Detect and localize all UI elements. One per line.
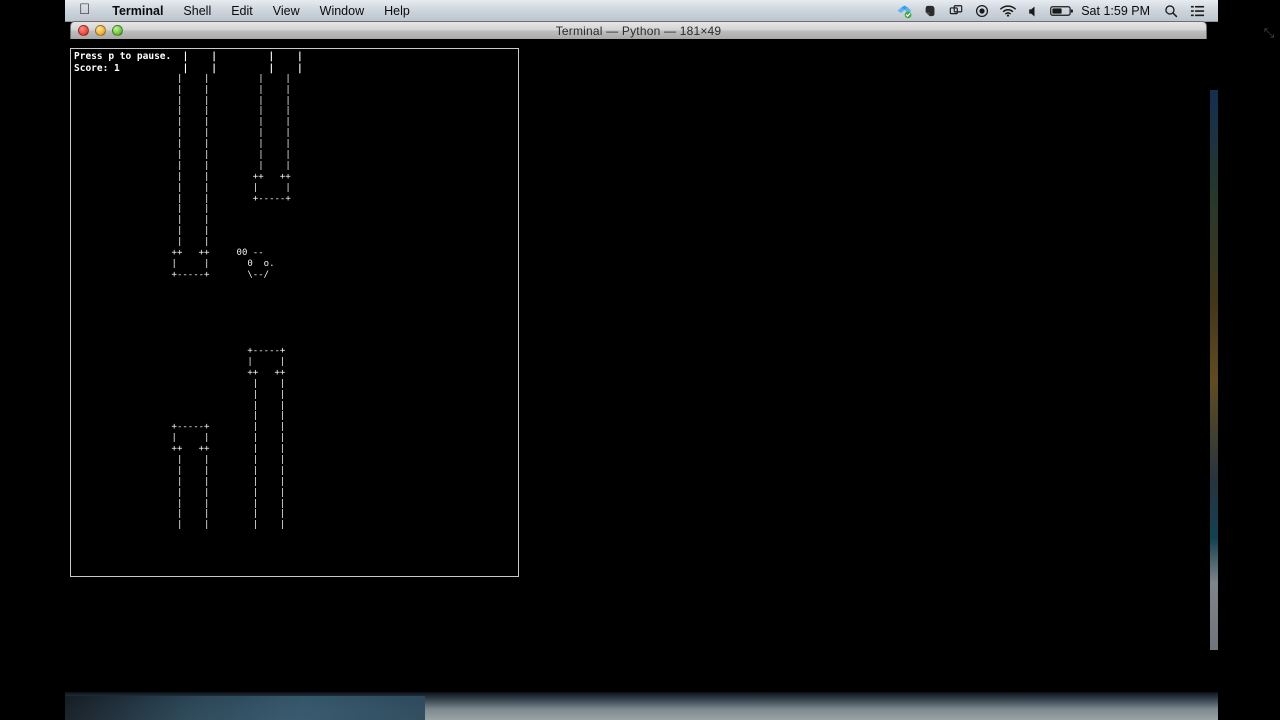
close-button[interactable] bbox=[78, 25, 89, 36]
terminal-row: | | | | bbox=[74, 73, 291, 84]
battery-icon[interactable] bbox=[1047, 0, 1077, 22]
terminal-window-body[interactable]: | | | | | | | | | | | | | | | | | | | | bbox=[70, 48, 519, 577]
terminal-row: | | | | bbox=[74, 139, 291, 150]
terminal-row: +-----+ bbox=[74, 346, 286, 357]
zoom-button[interactable] bbox=[112, 25, 123, 36]
terminal-row: | | | | bbox=[74, 160, 291, 171]
terminal-row: | | bbox=[74, 411, 286, 422]
terminal-row: ++ ++ | | bbox=[74, 444, 286, 455]
terminal-row bbox=[74, 324, 291, 335]
volume-icon[interactable] bbox=[1021, 0, 1047, 22]
terminal-row: | | bbox=[74, 400, 286, 411]
terminal-row: | | bbox=[74, 356, 286, 367]
notification-center-icon[interactable] bbox=[1184, 0, 1210, 22]
terminal-row: | | | | bbox=[74, 454, 286, 465]
search-icon[interactable] bbox=[1158, 0, 1184, 22]
minimize-button[interactable] bbox=[95, 25, 106, 36]
score-line: Score: 1 | | | | bbox=[74, 62, 303, 74]
menu-view[interactable]: View bbox=[263, 4, 310, 18]
wallpaper-bottom-left-band bbox=[65, 696, 425, 720]
terminal-row: | | | | bbox=[74, 465, 286, 476]
menu-bar:  Terminal Shell Edit View Window Help bbox=[65, 0, 1218, 22]
window-title: Terminal — Python — 181×49 bbox=[555, 23, 722, 38]
terminal-row: | | | | bbox=[74, 106, 291, 117]
terminal-row: | | bbox=[74, 378, 286, 389]
game-hud: Press p to pause. | | | | Score: 1 | | | … bbox=[74, 51, 303, 74]
terminal-row: | | | | bbox=[74, 117, 291, 128]
window-resize-handle[interactable]: ⤡ bbox=[1262, 26, 1276, 40]
terminal-row bbox=[74, 292, 291, 303]
menu-window[interactable]: Window bbox=[310, 4, 374, 18]
terminal-row: | | bbox=[74, 226, 210, 237]
terminal-row: ++ ++ bbox=[74, 367, 286, 378]
terminal-row: | | bbox=[74, 389, 286, 400]
menu-bar-status-area: Sat 1:59 PM bbox=[891, 0, 1218, 22]
terminal-row: | | +-----+ bbox=[74, 193, 291, 204]
terminal-row bbox=[74, 281, 291, 292]
menu-terminal[interactable]: Terminal bbox=[102, 4, 173, 18]
terminal-window-titlebar[interactable]: Terminal — Python — 181×49 bbox=[70, 21, 1207, 39]
wallpaper-right-strip bbox=[1210, 90, 1218, 650]
terminal-row: | | bbox=[74, 204, 210, 215]
evernote-icon[interactable] bbox=[917, 0, 943, 22]
pause-hint-line: Press p to pause. | | | | bbox=[74, 51, 303, 62]
terminal-row: | | 0 o. bbox=[74, 258, 275, 269]
dropbox-sync-icon[interactable] bbox=[891, 0, 917, 22]
screen-root:  Terminal Shell Edit View Window Help bbox=[0, 0, 1280, 720]
terminal-row: | | | | bbox=[74, 95, 291, 106]
terminal-row: | | | | bbox=[74, 128, 291, 139]
menu-edit[interactable]: Edit bbox=[221, 4, 263, 18]
terminal-row: | | ++ ++ bbox=[74, 171, 291, 182]
terminal-row: | | | | bbox=[74, 520, 286, 531]
terminal-row: | | | | bbox=[74, 433, 286, 444]
terminal-row bbox=[74, 302, 291, 313]
terminal-row: | | | | bbox=[74, 509, 286, 520]
terminal-row: | | | | bbox=[74, 150, 291, 161]
terminal-text-grid: | | | | | | | | | | | | | | | | | | | | bbox=[74, 52, 291, 531]
terminal-row bbox=[74, 313, 291, 324]
terminal-row: | | | | bbox=[74, 84, 291, 95]
terminal-row: +-----+ | | bbox=[74, 422, 286, 433]
screen-mirroring-icon[interactable] bbox=[943, 0, 969, 22]
menu-bar-clock[interactable]: Sat 1:59 PM bbox=[1077, 4, 1158, 18]
terminal-row: | | bbox=[74, 215, 210, 226]
menu-help[interactable]: Help bbox=[374, 4, 420, 18]
wifi-icon[interactable] bbox=[995, 0, 1021, 22]
terminal-row bbox=[74, 335, 291, 346]
terminal-screen[interactable]: | | | | | | | | | | | | | | | | | | | | bbox=[71, 49, 518, 576]
menu-shell[interactable]: Shell bbox=[173, 4, 221, 18]
terminal-row: | | | | bbox=[74, 498, 286, 509]
terminal-row: +-----+ \--/ bbox=[74, 269, 270, 280]
terminal-row: | | bbox=[74, 237, 210, 248]
terminal-row: | | | | bbox=[74, 487, 286, 498]
terminal-row: | | | | bbox=[74, 476, 286, 487]
record-icon[interactable] bbox=[969, 0, 995, 22]
apple-logo-icon[interactable]:  bbox=[65, 2, 102, 17]
terminal-row: | | | | bbox=[74, 182, 291, 193]
terminal-row: ++ ++ 00 -- bbox=[74, 248, 264, 259]
window-controls bbox=[71, 25, 123, 36]
